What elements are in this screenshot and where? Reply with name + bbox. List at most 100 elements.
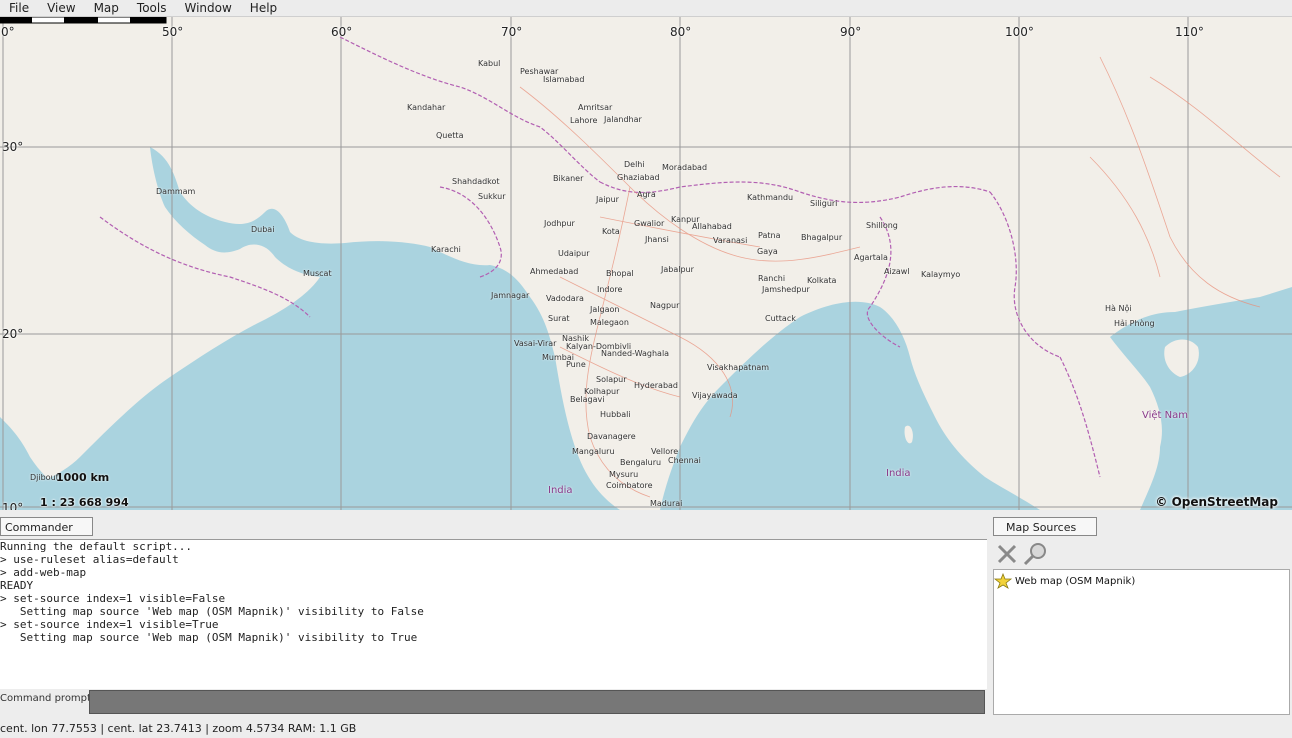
place-label: Vasai-Virar [514, 339, 557, 348]
place-label: Delhi [624, 160, 645, 169]
place-label: Bikaner [553, 174, 584, 183]
menu-tools[interactable]: Tools [128, 1, 176, 15]
map-attribution[interactable]: © OpenStreetMap [1155, 495, 1278, 509]
place-label: Moradabad [662, 163, 708, 172]
console-line: > set-source index=1 visible=True [0, 618, 219, 631]
menu-map[interactable]: Map [85, 1, 128, 15]
place-label: Jhansi [645, 235, 669, 244]
source-name: Web map (OSM Mapnik) [1015, 575, 1136, 587]
place-label: Pune [566, 360, 586, 369]
place-label: Ahmedabad [530, 267, 579, 276]
place-label: Quetta [436, 131, 464, 140]
place-label: Gaya [757, 247, 778, 256]
region-label: India [886, 468, 911, 479]
close-icon [997, 544, 1017, 564]
map-canvas [0, 17, 1292, 510]
lat-label: 10° [2, 501, 24, 510]
place-label: Malegaon [590, 318, 629, 327]
place-label: Bhagalpur [801, 233, 843, 242]
place-label: Dubai [251, 225, 275, 234]
place-label: Vellore [651, 447, 679, 456]
console-line: Setting map source 'Web map (OSM Mapnik)… [0, 631, 418, 644]
console-line: > use-ruleset alias=default [0, 553, 179, 566]
place-label: Kandahar [407, 103, 446, 112]
place-label: Kathmandu [747, 193, 794, 202]
menu-help[interactable]: Help [241, 1, 286, 15]
console-line: READY [0, 579, 34, 592]
place-label: Jamnagar [491, 291, 530, 300]
lon-label: 80° [670, 25, 692, 39]
menu-window[interactable]: Window [175, 1, 240, 15]
place-label: Amritsar [578, 103, 613, 112]
menu-file[interactable]: File [0, 1, 38, 15]
place-label: Jabalpur [661, 265, 694, 274]
place-label: Shahdadkot [452, 177, 500, 186]
place-label: Nanded-Waghala [601, 349, 670, 358]
place-label: Muscat [303, 269, 332, 278]
place-label: Dammam [156, 187, 196, 196]
menu-view[interactable]: View [38, 1, 84, 15]
place-label: Karachi [431, 245, 461, 254]
place-label: Kalaymyo [921, 270, 961, 279]
sources-toolbar [993, 539, 1292, 569]
lon-label: 0° [1, 25, 15, 39]
place-label: Jamshedpur [762, 285, 810, 294]
region-label: India [548, 485, 573, 496]
place-label: Coimbatore [606, 481, 653, 490]
place-label: Solapur [596, 375, 627, 384]
place-label: Sukkur [478, 192, 506, 201]
place-label: Jodhpur [544, 219, 575, 228]
command-prompt-label: Command prompt: [0, 693, 95, 704]
tab-commander[interactable]: Commander [0, 517, 93, 536]
place-label: Kota [602, 227, 620, 236]
place-label: Varanasi [713, 236, 748, 245]
region-label: Việt Nam [1142, 410, 1189, 421]
place-label: Hyderabad [634, 381, 678, 390]
place-label: Lahore [570, 116, 598, 125]
console-line: Setting map source 'Web map (OSM Mapnik)… [0, 605, 424, 618]
console-output: Running the default script... > use-rule… [0, 539, 987, 689]
place-label: Surat [548, 314, 570, 323]
place-label: Ranchi [758, 274, 786, 283]
place-label: Agra [637, 190, 656, 199]
scale-bar [0, 17, 167, 24]
lon-label: 50° [162, 25, 184, 39]
place-label: Siliguri [810, 199, 838, 208]
lon-label: 70° [501, 25, 523, 39]
scale-ratio: 1 : 23 668 994 [40, 496, 129, 509]
map-sources-list: Web map (OSM Mapnik) [993, 569, 1290, 715]
menubar: File View Map Tools Window Help [0, 0, 1292, 17]
lat-label: 20° [2, 327, 24, 341]
list-item[interactable]: Web map (OSM Mapnik) [994, 573, 1135, 589]
place-label: Vijayawada [692, 391, 738, 400]
place-label: Nagpur [650, 301, 680, 310]
place-label: Agartala [854, 253, 888, 262]
place-label: Madurai [650, 499, 683, 508]
star-icon [994, 573, 1012, 589]
place-label: Kolkata [807, 276, 837, 285]
arabian-sea [0, 147, 620, 510]
place-label: Ghaziabad [617, 173, 660, 182]
tab-map-sources[interactable]: Map Sources [993, 517, 1097, 536]
place-label: Allahabad [692, 222, 732, 231]
lon-label: 100° [1005, 25, 1034, 39]
place-label: Aizawl [884, 267, 910, 276]
zoom-to-source-button[interactable] [1022, 541, 1048, 567]
place-label: Kabul [478, 59, 501, 68]
place-label: Bhopal [606, 269, 634, 278]
place-label: Vadodara [546, 294, 584, 303]
place-label: Visakhapatnam [707, 363, 770, 372]
console-line: > set-source index=1 visible=False [0, 592, 226, 605]
status-bar: cent. lon 77.7553 | cent. lat 23.7413 | … [0, 719, 1292, 738]
place-label: Islamabad [543, 75, 585, 84]
map-view[interactable]: 0° 50° 60° 70° 80° 90° 100° 110° 30° 20°… [0, 17, 1292, 510]
place-label: Patna [758, 231, 781, 240]
place-label: Hải Phòng [1114, 319, 1155, 328]
place-label: Bengaluru [620, 458, 662, 467]
command-prompt-input[interactable] [89, 690, 985, 714]
place-label: Cuttack [765, 314, 796, 323]
remove-source-button[interactable] [994, 541, 1020, 567]
place-label: Gwalior [634, 219, 665, 228]
place-label: Davanagere [587, 432, 636, 441]
place-label: Hà Nội [1105, 304, 1132, 313]
